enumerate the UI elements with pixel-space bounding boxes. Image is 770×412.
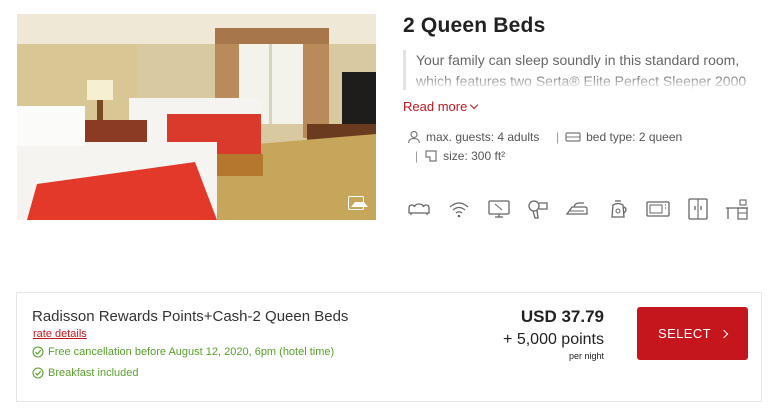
- benefit-breakfast: Breakfast included: [32, 367, 139, 379]
- room-size-icon: [425, 150, 437, 162]
- spec-size-text: size: 300 ft²: [443, 149, 506, 163]
- wifi-icon: [446, 197, 472, 221]
- spec-guests: max. guests: 4 adults: [407, 130, 539, 144]
- price-per-night: per night: [568, 351, 604, 361]
- refrigerator-icon: [685, 197, 711, 221]
- benefit-text: Free cancellation before August 12, 2020…: [48, 346, 335, 358]
- price-points: + 5,000 points: [503, 331, 604, 348]
- spec-separator: |: [556, 130, 560, 144]
- select-button-label: SELECT: [658, 326, 711, 341]
- chevron-right-icon: [719, 329, 729, 338]
- benefit-text: Breakfast included: [48, 367, 139, 379]
- hair-dryer-icon: [525, 197, 551, 221]
- room-title: 2 Queen Beds: [403, 14, 546, 37]
- desk-icon: [724, 197, 750, 221]
- check-circle-icon: [32, 346, 44, 358]
- read-more-link[interactable]: Read more: [403, 99, 479, 114]
- description-fade: [406, 74, 758, 90]
- check-circle-icon: [32, 367, 44, 379]
- benefit-free-cancellation: Free cancellation before August 12, 2020…: [32, 346, 334, 358]
- room-description: Your family can sleep soundly in this st…: [403, 50, 758, 90]
- iron-icon: [565, 197, 591, 221]
- spec-size: | size: 300 ft²: [415, 149, 505, 163]
- select-button[interactable]: SELECT: [637, 307, 748, 360]
- price-amount: USD 37.79: [520, 307, 604, 326]
- spec-separator: |: [415, 149, 419, 163]
- microwave-icon: [645, 197, 671, 221]
- room-photo-illustration: [17, 14, 376, 220]
- kettle-icon: [605, 197, 631, 221]
- chevron-down-icon: [470, 100, 479, 110]
- spec-guests-text: max. guests: 4 adults: [426, 130, 540, 144]
- sofa-icon: [406, 197, 432, 221]
- rate-details-link[interactable]: rate details: [33, 328, 87, 340]
- rate-name: Radisson Rewards Points+Cash-2 Queen Bed…: [32, 308, 349, 325]
- tv-icon: [486, 197, 512, 221]
- spec-bed-type: | bed type: 2 queen: [556, 130, 682, 144]
- gallery-icon[interactable]: [348, 196, 368, 210]
- room-photo[interactable]: [17, 14, 376, 220]
- read-more-label: Read more: [403, 99, 468, 114]
- spec-bed-type-text: bed type: 2 queen: [586, 130, 683, 144]
- person-icon: [407, 130, 421, 144]
- bed-icon: [565, 132, 581, 142]
- rate-card: Radisson Rewards Points+Cash-2 Queen Bed…: [16, 292, 762, 402]
